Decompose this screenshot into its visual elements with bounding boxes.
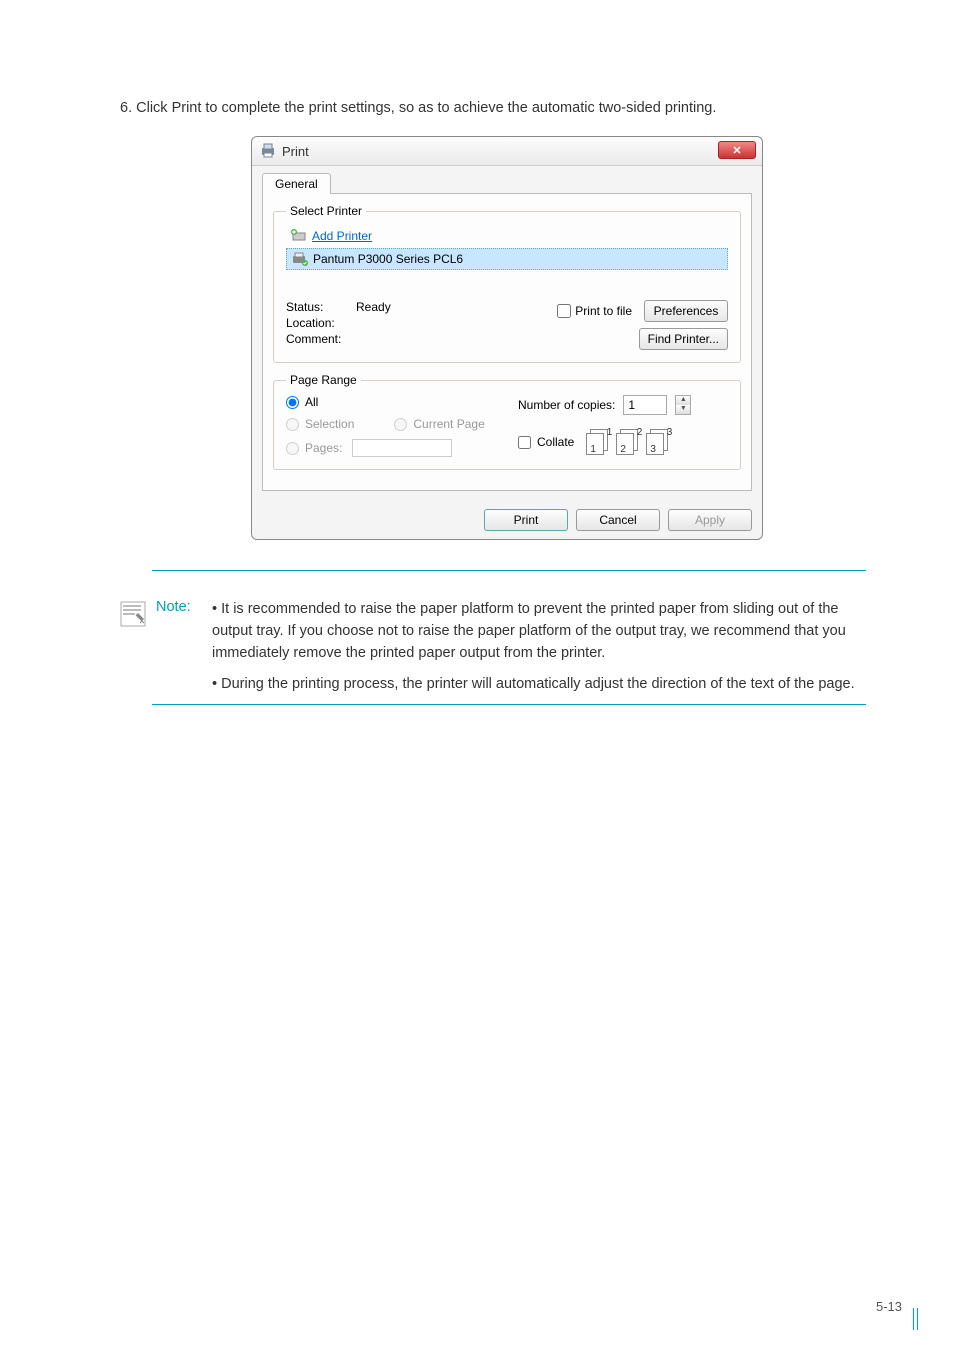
note-rule-top — [152, 570, 866, 571]
print-dialog: Print ✕ General Select Printer Add Print… — [251, 136, 763, 540]
spinner-down-icon[interactable]: ▼ — [676, 405, 690, 414]
print-button[interactable]: Print — [484, 509, 568, 531]
num-copies-input[interactable] — [623, 395, 667, 415]
comment-label: Comment: — [286, 332, 356, 346]
printer-selected-icon — [291, 251, 309, 267]
printer-selected-label: Pantum P3000 Series PCL6 — [313, 252, 463, 266]
add-printer-icon — [290, 228, 308, 244]
radio-selection-label: Selection — [305, 417, 354, 431]
tabstrip: General — [262, 172, 752, 193]
radio-pages-label: Pages: — [305, 441, 342, 455]
instruction-text: 6. Click Print to complete the print set… — [120, 100, 894, 116]
page-number: 5-13 — [876, 1299, 902, 1314]
page-range-group: Page Range All Selection — [273, 373, 741, 470]
add-printer-item[interactable]: Add Printer — [286, 226, 728, 246]
radio-all-row: All — [286, 395, 518, 409]
dialog-titlebar: Print ✕ — [252, 137, 762, 166]
collate-label: Collate — [537, 435, 574, 449]
status-value: Ready — [356, 300, 391, 314]
note-paragraph-1: • It is recommended to raise the paper p… — [212, 599, 866, 664]
note-rule-bottom — [152, 704, 866, 705]
preferences-button[interactable]: Preferences — [644, 300, 728, 322]
close-button[interactable]: ✕ — [718, 141, 756, 159]
find-printer-button[interactable]: Find Printer... — [639, 328, 728, 350]
page-side-rule — [913, 1308, 918, 1330]
apply-button: Apply — [668, 509, 752, 531]
collate-checkbox[interactable] — [518, 436, 531, 449]
cancel-button[interactable]: Cancel — [576, 509, 660, 531]
add-printer-link[interactable]: Add Printer — [312, 229, 372, 243]
radio-all-label: All — [305, 395, 318, 409]
print-to-file-label: Print to file — [575, 304, 632, 318]
select-printer-legend: Select Printer — [286, 204, 366, 218]
select-printer-group: Select Printer Add Printer Pantum P3000 … — [273, 204, 741, 363]
print-to-file-checkbox[interactable] — [557, 304, 571, 318]
radio-current-page — [394, 418, 407, 431]
close-icon: ✕ — [732, 144, 741, 157]
pages-input — [352, 439, 452, 457]
printer-selected-item[interactable]: Pantum P3000 Series PCL6 — [286, 248, 728, 270]
page-range-legend: Page Range — [286, 373, 361, 387]
radio-all[interactable] — [286, 396, 299, 409]
note-block: Note: • It is recommended to raise the p… — [120, 591, 866, 696]
location-label: Location: — [286, 316, 356, 330]
num-copies-label: Number of copies: — [518, 398, 615, 412]
num-copies-spinner[interactable]: ▲ ▼ — [675, 395, 691, 415]
radio-pages — [286, 442, 299, 455]
dialog-title: Print — [282, 144, 309, 159]
note-icon — [120, 601, 146, 696]
status-label: Status: — [286, 300, 356, 314]
tab-general[interactable]: General — [262, 173, 331, 194]
radio-selection — [286, 418, 299, 431]
radio-current-page-label: Current Page — [413, 417, 484, 431]
collate-icon: 1 1 2 2 — [586, 429, 672, 455]
note-label: Note: — [156, 599, 202, 696]
note-paragraph-2: • During the printing process, the print… — [212, 674, 866, 696]
printer-icon — [260, 143, 276, 159]
spinner-up-icon[interactable]: ▲ — [676, 396, 690, 405]
